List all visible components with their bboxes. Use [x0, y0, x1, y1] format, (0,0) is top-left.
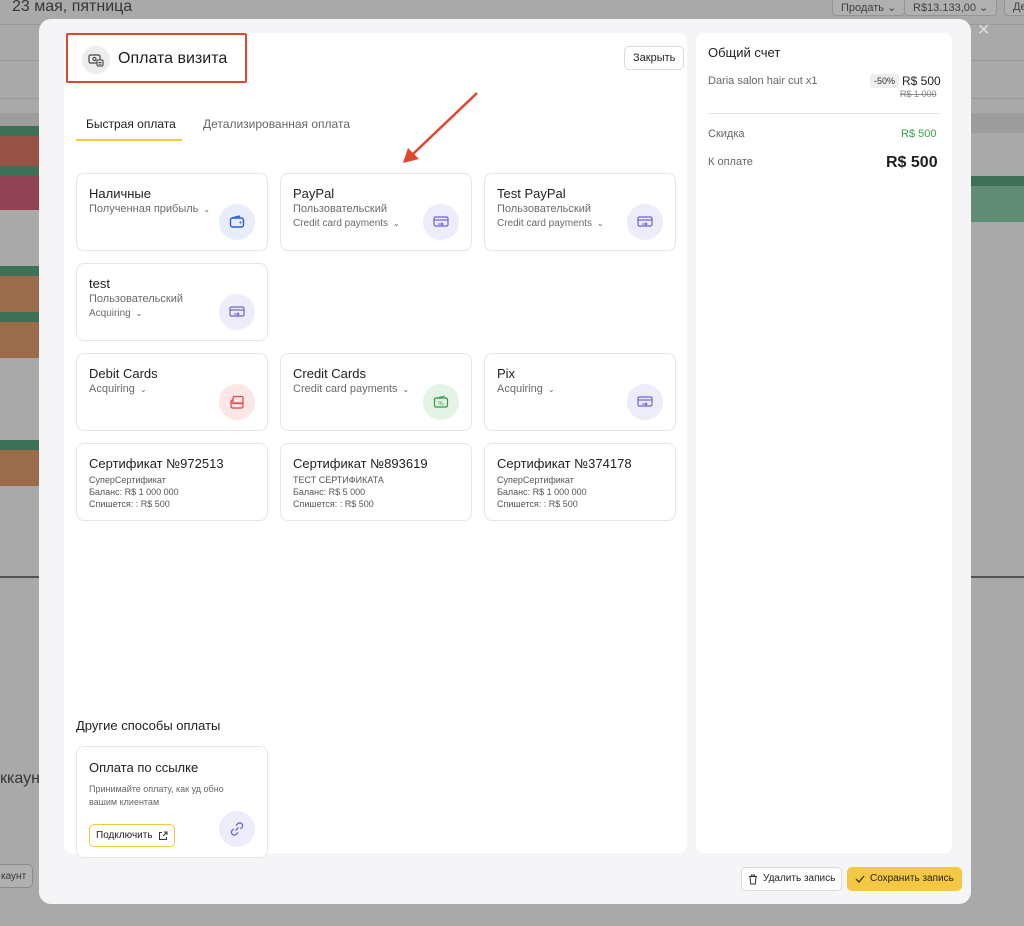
certificate-title: Сертификат №893619 [293, 456, 428, 471]
svg-text:%: % [438, 401, 444, 408]
total-label: К оплате [708, 156, 753, 168]
connect-button[interactable]: Подключить [89, 824, 175, 847]
certificate-title: Сертификат №972513 [89, 456, 224, 471]
other-methods-heading: Другие способы оплаты [76, 718, 221, 733]
method-title: Credit Cards [293, 366, 366, 381]
payment-method-card[interactable]: Наличные Полученная прибыль ⌄ [76, 173, 268, 251]
checkmark-icon [855, 875, 865, 883]
link-icon [219, 811, 255, 847]
delete-record-label: Удалить запись [763, 873, 836, 884]
summary-item: Daria salon hair cut x1 [708, 75, 818, 87]
summary-title: Общий счет [708, 45, 781, 60]
payment-method-card[interactable]: test Пользовательский Acquiring ⌄ [76, 263, 268, 341]
wallet-icon [219, 204, 255, 240]
certificate-card[interactable]: Сертификат №972513 СуперСертификат Балан… [76, 443, 268, 521]
method-category: Пользовательский [89, 293, 183, 305]
discount-badge: -50% [870, 74, 900, 88]
payment-method-card[interactable]: PayPal Пользовательский Credit card paym… [280, 173, 472, 251]
modal-title: Оплата визита [118, 50, 228, 67]
chevron-down-icon: ⌄ [203, 205, 211, 214]
certificate-balance: Баланс: R$ 5 000 [293, 487, 366, 497]
chevron-down-icon: ⌄ [393, 219, 400, 228]
payment-method-card[interactable]: Pix Acquiring ⌄ [484, 353, 676, 431]
method-type[interactable]: Credit card payments ⌄ [497, 218, 604, 229]
chevron-down-icon: ⌄ [547, 385, 555, 394]
link-payment-title: Оплата по ссылке [89, 760, 199, 775]
certificate-balance: Баланс: R$ 1 000 000 [89, 487, 179, 497]
method-category: Пользовательский [293, 203, 387, 215]
payment-modal: Оплата визита Закрыть Быстрая оплата Дет… [39, 19, 971, 904]
method-title: Pix [497, 366, 516, 381]
item-price: R$ 500 [902, 74, 941, 88]
item-old-price: R$ 1 000 [900, 89, 937, 99]
method-title: PayPal [293, 186, 335, 201]
method-title: Debit Cards [89, 366, 158, 381]
certificate-type: ТЕСТ СЕРТИФИКАТА [293, 475, 384, 485]
discount-value: R$ 500 [901, 128, 937, 140]
save-record-label: Сохранить запись [870, 873, 954, 884]
active-tab-indicator [76, 139, 182, 141]
total-value: R$ 500 [886, 154, 938, 171]
link-payment-card: Оплата по ссылке Принимайте оплату, как … [76, 746, 268, 858]
certificate-title: Сертификат №374178 [497, 456, 632, 471]
method-title: Наличные [89, 186, 151, 201]
method-category[interactable]: Acquiring ⌄ [89, 383, 147, 395]
certificate-type: СуперСертификат [497, 475, 574, 485]
close-button[interactable]: Закрыть [624, 46, 685, 70]
card-transfer-icon [627, 384, 663, 420]
percent-card-icon: % [423, 384, 459, 420]
method-category[interactable]: Acquiring ⌄ [497, 383, 555, 395]
certificate-card[interactable]: Сертификат №374178 СуперСертификат Балан… [484, 443, 676, 521]
method-title: Test PayPal [497, 186, 566, 201]
external-link-icon [158, 831, 168, 840]
certificate-balance: Баланс: R$ 1 000 000 [497, 487, 587, 497]
chevron-down-icon: ⌄ [402, 385, 410, 394]
certificate-card[interactable]: Сертификат №893619 ТЕСТ СЕРТИФИКАТА Бала… [280, 443, 472, 521]
payment-method-card[interactable]: Debit Cards Acquiring ⌄ [76, 353, 268, 431]
card-transfer-icon [627, 204, 663, 240]
method-type[interactable]: Credit card payments ⌄ [293, 218, 400, 229]
delete-record-button[interactable]: Удалить запись [741, 867, 843, 891]
connect-button-label: Подключить [96, 830, 153, 841]
cards-stack-icon [219, 384, 255, 420]
method-category[interactable]: Полученная прибыль ⌄ [89, 203, 210, 215]
method-title: test [89, 276, 110, 291]
chevron-down-icon: ⌄ [597, 219, 604, 228]
chevron-down-icon: ⌄ [135, 309, 143, 318]
certificate-type: СуперСертификат [89, 475, 166, 485]
method-category[interactable]: Credit card payments ⌄ [293, 383, 409, 395]
certificate-charge: Спишется: : R$ 500 [89, 499, 170, 509]
certificate-charge: Спишется: : R$ 500 [293, 499, 374, 509]
certificate-charge: Спишется: : R$ 500 [497, 499, 578, 509]
payment-visit-icon [82, 46, 110, 74]
trash-icon [749, 874, 757, 884]
overlay-close-icon[interactable]: ✕ [977, 20, 990, 40]
discount-label: Скидка [708, 128, 745, 140]
tab-detailed-payment[interactable]: Детализированная оплата [203, 117, 350, 131]
summary-panel: Общий счет Daria salon hair cut x1 -50% … [696, 33, 952, 853]
payment-method-card[interactable]: Credit Cards Credit card payments ⌄ % [280, 353, 472, 431]
payment-methods-panel: Оплата визита Закрыть Быстрая оплата Дет… [64, 33, 687, 858]
link-payment-description: Принимайте оплату, как уд обно вашим кли… [89, 784, 224, 807]
tab-quick-payment[interactable]: Быстрая оплата [86, 117, 176, 131]
save-record-button[interactable]: Сохранить запись [847, 867, 962, 891]
card-transfer-icon [219, 294, 255, 330]
card-transfer-icon [423, 204, 459, 240]
method-category: Пользовательский [497, 203, 591, 215]
payment-method-card[interactable]: Test PayPal Пользовательский Credit card… [484, 173, 676, 251]
chevron-down-icon: ⌄ [139, 385, 147, 394]
modal-title-highlight: Оплата визита [66, 33, 247, 83]
summary-divider [708, 113, 940, 114]
method-type[interactable]: Acquiring ⌄ [89, 308, 142, 319]
